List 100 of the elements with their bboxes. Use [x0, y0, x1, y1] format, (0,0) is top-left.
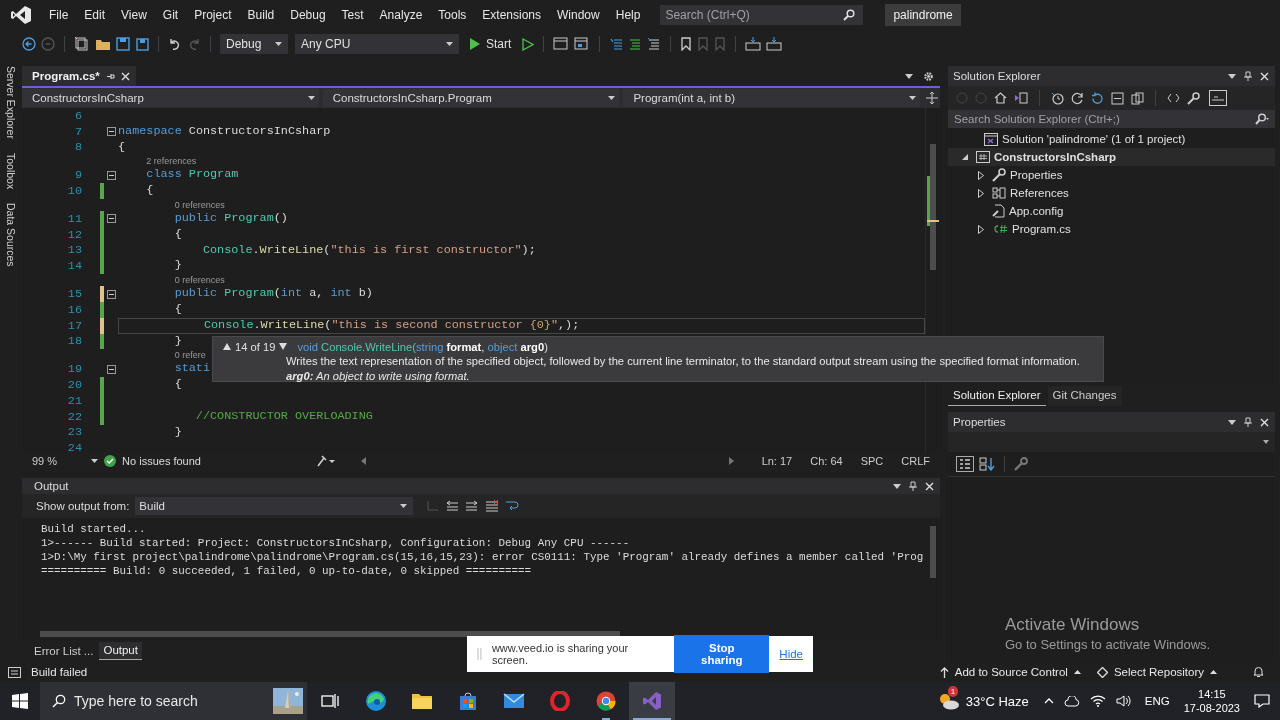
new-project-icon[interactable]	[74, 36, 90, 52]
tree-item[interactable]: Properties	[948, 166, 1275, 184]
close-icon[interactable]	[1260, 71, 1269, 81]
search-field[interactable]: Search (Ctrl+Q)	[660, 5, 864, 25]
caret-icon[interactable]	[905, 73, 913, 79]
caret-icon[interactable]	[1228, 419, 1236, 425]
column-indicator[interactable]: Ch: 64	[810, 455, 843, 467]
pin-icon[interactable]	[105, 71, 115, 81]
indent-icon[interactable]	[609, 37, 624, 51]
stop-sharing-button[interactable]: Stop sharing	[674, 635, 770, 673]
pin-icon[interactable]	[1244, 71, 1252, 81]
sort-alphabetical-icon[interactable]	[979, 457, 995, 471]
sync-icon[interactable]	[1091, 91, 1104, 105]
menu-item[interactable]: Window	[549, 8, 608, 22]
menu-item[interactable]: Analyze	[371, 8, 431, 22]
word-wrap-icon[interactable]	[505, 500, 520, 512]
pin-icon[interactable]	[909, 481, 917, 491]
notification-bell-icon[interactable]	[1253, 666, 1264, 678]
menu-item[interactable]: Project	[186, 8, 240, 22]
navigation-dropdown[interactable]: ConstructorsInCsharp	[22, 89, 319, 107]
search-field[interactable]: Search Solution Explorer (Ctrl+;)	[948, 110, 1275, 128]
spacing-indicator[interactable]: SPC	[860, 455, 884, 467]
collapsed-arrow-icon[interactable]	[978, 224, 984, 234]
wrench-icon[interactable]	[1187, 91, 1200, 105]
menu-item[interactable]: Extensions	[474, 8, 550, 22]
outline-play-icon[interactable]	[522, 37, 535, 51]
speaker-icon[interactable]	[1115, 695, 1132, 707]
folder-icon[interactable]	[95, 37, 111, 51]
switch-views-icon[interactable]	[1014, 92, 1028, 104]
code-lens[interactable]: 0 refere	[174, 350, 206, 362]
split-icon[interactable]	[926, 92, 938, 104]
tree-item[interactable]: ConstructorsInCsharp	[948, 148, 1275, 166]
menu-item[interactable]: View	[113, 8, 155, 22]
repository-button[interactable]: Select Repository	[1113, 666, 1217, 678]
menu-item[interactable]: Help	[607, 8, 649, 22]
side-tab[interactable]: Server Explorer	[5, 66, 17, 139]
refresh-icon[interactable]	[1071, 91, 1084, 105]
clock[interactable]: 14:15 17-08-2023	[1183, 687, 1240, 715]
menu-item[interactable]: Build	[239, 8, 283, 22]
clear-all-icon[interactable]	[485, 500, 500, 512]
bookmark-icon[interactable]	[680, 37, 693, 51]
side-tab[interactable]: Toolbox	[5, 152, 17, 190]
document-tab[interactable]: Program.cs*	[22, 66, 136, 86]
save-icon[interactable]	[116, 37, 130, 51]
close-icon[interactable]	[1260, 417, 1269, 427]
brush-icon[interactable]	[316, 455, 335, 467]
language-indicator[interactable]: ENG	[1144, 695, 1170, 707]
menu-item[interactable]: Edit	[76, 8, 114, 22]
save-all-icon[interactable]	[135, 37, 149, 51]
output-source-dropdown[interactable]: Build	[135, 497, 414, 515]
wifi-icon[interactable]	[1089, 695, 1106, 707]
menu-item[interactable]: File	[41, 8, 77, 22]
solution-name-badge[interactable]: palindrome	[885, 4, 961, 26]
collapse-icon[interactable]	[106, 289, 116, 299]
cloud-icon[interactable]	[1063, 695, 1080, 707]
tree-item[interactable]: References	[948, 184, 1275, 202]
tree-item[interactable]: Program.cs	[948, 220, 1275, 238]
window-icon[interactable]	[574, 37, 591, 51]
navigation-dropdown[interactable]: Program(int a, int b)	[623, 89, 921, 107]
notifications-icon[interactable]	[1254, 694, 1270, 708]
start-button[interactable]: Start	[464, 35, 518, 53]
menu-item[interactable]: Git	[154, 8, 187, 22]
comment-block-icon[interactable]	[745, 37, 762, 51]
code-lens[interactable]: 2 references	[146, 156, 197, 168]
up-arrow-icon[interactable]	[223, 343, 231, 350]
hide-link[interactable]: Hide	[779, 648, 803, 660]
issues-status[interactable]: No issues found	[122, 455, 201, 467]
scroll-left-icon[interactable]	[360, 457, 366, 465]
menu-item[interactable]: Tools	[430, 8, 475, 22]
clock-icon[interactable]	[1051, 91, 1064, 105]
window-icon[interactable]	[553, 37, 570, 51]
side-tab[interactable]: Data Sources	[5, 203, 17, 267]
previous-message-icon[interactable]	[445, 500, 460, 512]
line-indicator[interactable]: Ln: 17	[761, 455, 793, 467]
collapse-icon[interactable]	[106, 364, 116, 374]
collapse-icon[interactable]	[106, 170, 116, 180]
next-message-icon[interactable]	[465, 500, 480, 512]
collapse-icon[interactable]	[106, 127, 116, 137]
panel-tab[interactable]: Output	[99, 642, 142, 660]
navigation-dropdown[interactable]: ConstructorsInCsharp.Program	[322, 89, 620, 107]
menu-item[interactable]: Debug	[282, 8, 334, 22]
platform-dropdown[interactable]: Any CPU	[295, 34, 459, 54]
windows-logo-icon[interactable]	[12, 693, 28, 709]
code-icon[interactable]	[1167, 93, 1180, 103]
tree-item[interactable]: Solution 'palindrome' (1 of 1 project)	[948, 130, 1275, 148]
configuration-dropdown[interactable]: Debug	[220, 34, 288, 54]
panel-tab[interactable]: Git Changes	[1047, 386, 1122, 406]
zoom-dropdown[interactable]: 99 %	[22, 455, 99, 467]
panel-tab[interactable]: Error List ...	[30, 643, 98, 660]
collapse-all-icon[interactable]	[1111, 91, 1124, 105]
output-window-icon[interactable]	[8, 666, 21, 678]
expanded-arrow-icon[interactable]	[962, 154, 968, 160]
down-arrow-icon[interactable]	[279, 343, 288, 350]
taskbar-app[interactable]	[629, 682, 675, 720]
menu-item[interactable]: Test	[333, 8, 372, 22]
drag-handle-icon[interactable]	[477, 648, 482, 660]
scroll-right-icon[interactable]	[728, 457, 734, 465]
code-lens[interactable]: 0 references	[174, 200, 225, 211]
search-field[interactable]: Type here to search	[40, 682, 307, 720]
chevron-up-icon[interactable]	[1043, 698, 1054, 704]
